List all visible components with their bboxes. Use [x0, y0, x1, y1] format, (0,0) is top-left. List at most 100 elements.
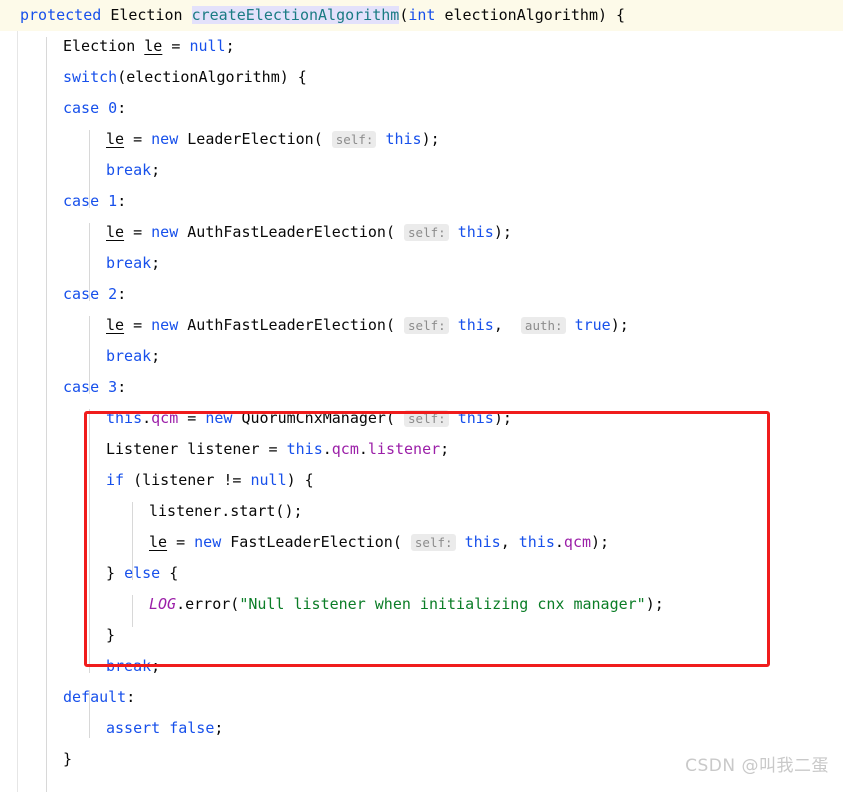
code-line[interactable]: break; [0, 651, 843, 682]
code-token: = [124, 316, 152, 334]
code-line[interactable]: le = new AuthFastLeaderElection( self: t… [0, 310, 843, 341]
code-line[interactable]: listener.start(); [0, 496, 843, 527]
code-token: (listener != [124, 471, 251, 489]
code-line[interactable]: break; [0, 155, 843, 186]
code-token: : [117, 378, 127, 396]
code-line[interactable]: le = new LeaderElection( self: this); [0, 124, 843, 155]
code-line[interactable]: case 0: [0, 93, 843, 124]
code-token: ; [225, 37, 235, 55]
code-token: } [63, 750, 73, 768]
keyword-token: break [106, 254, 152, 272]
keyword-token: break [106, 657, 152, 675]
code-token: ; [151, 347, 161, 365]
code-line[interactable]: le = new AuthFastLeaderElection( self: t… [0, 217, 843, 248]
keyword-token: this [457, 409, 494, 427]
code-token: { [160, 564, 179, 582]
code-line[interactable]: case 1: [0, 186, 843, 217]
local-variable-token: le [106, 130, 125, 148]
parameter-hint: auth: [520, 317, 566, 334]
code-token: ); [610, 316, 629, 334]
code-content[interactable]: protected Election createElectionAlgorit… [0, 0, 843, 792]
code-line[interactable]: assert false; [0, 713, 843, 744]
method-name-token: createElectionAlgorithm [191, 6, 400, 24]
field-token: qcm [563, 533, 592, 551]
code-token: listener.start(); [149, 502, 303, 520]
code-line[interactable]: LOG.error("Null listener when initializi… [0, 589, 843, 620]
keyword-token: new [194, 533, 222, 551]
code-line[interactable]: protected Election createElectionAlgorit… [0, 0, 843, 31]
keyword-token: new [151, 223, 179, 241]
code-token: = [178, 409, 206, 427]
code-line[interactable]: default: [0, 682, 843, 713]
keyword-token: assert [106, 719, 161, 737]
code-line[interactable]: } [0, 620, 843, 651]
code-line[interactable]: this.qcm = new QuorumCnxManager( self: t… [0, 403, 843, 434]
code-token: QuorumCnxManager( [232, 409, 395, 427]
keyword-token: this [106, 409, 143, 427]
local-variable-token: le [106, 223, 125, 241]
code-token: ); [421, 130, 440, 148]
number-token: 2 [108, 285, 118, 303]
keyword-token: true [574, 316, 611, 334]
code-line[interactable]: break; [0, 248, 843, 279]
local-variable-token: le [149, 533, 168, 551]
keyword-token: if [106, 471, 125, 489]
code-token: electionAlgorithm) { [435, 6, 626, 24]
keyword-token: this [457, 223, 494, 241]
keyword-token: break [106, 161, 152, 179]
keyword-token: null [250, 471, 287, 489]
code-token: = [124, 130, 152, 148]
number-token: 3 [108, 378, 118, 396]
static-field-token: LOG [149, 595, 177, 613]
code-line[interactable]: if (listener != null) { [0, 465, 843, 496]
code-token: = [167, 533, 195, 551]
code-line[interactable]: case 3: [0, 372, 843, 403]
code-token: ; [151, 254, 161, 272]
code-token: .error( [176, 595, 240, 613]
number-token: 0 [108, 99, 118, 117]
code-line[interactable]: switch(electionAlgorithm) { [0, 62, 843, 93]
code-line[interactable]: Listener listener = this.qcm.listener; [0, 434, 843, 465]
code-line[interactable]: Election le = null; [0, 31, 843, 62]
field-token: listener [367, 440, 441, 458]
keyword-token: this [457, 316, 494, 334]
code-token: Listener listener = [106, 440, 287, 458]
code-token: ); [493, 223, 512, 241]
code-editor[interactable]: protected Election createElectionAlgorit… [0, 0, 843, 792]
code-token: } [106, 626, 116, 644]
code-token: ( [399, 6, 409, 24]
code-token: Election [110, 6, 183, 24]
code-token: ); [493, 409, 512, 427]
code-token: : [117, 192, 127, 210]
code-token: . [554, 533, 564, 551]
keyword-token: case [63, 285, 100, 303]
code-token: ; [440, 440, 450, 458]
code-token: = [124, 223, 152, 241]
keyword-token: this [464, 533, 501, 551]
keyword-token: this [385, 130, 422, 148]
code-line[interactable]: case 2: [0, 279, 843, 310]
code-line[interactable]: le = new FastLeaderElection( self: this,… [0, 527, 843, 558]
parameter-hint: self: [404, 317, 449, 334]
keyword-token: null [189, 37, 226, 55]
local-variable-token: le [106, 316, 125, 334]
code-line[interactable]: } else { [0, 558, 843, 589]
parameter-hint: self: [404, 410, 449, 427]
keyword-token: new [205, 409, 233, 427]
code-token: = [162, 37, 190, 55]
code-line[interactable]: break; [0, 341, 843, 372]
code-token: ) { [286, 471, 314, 489]
